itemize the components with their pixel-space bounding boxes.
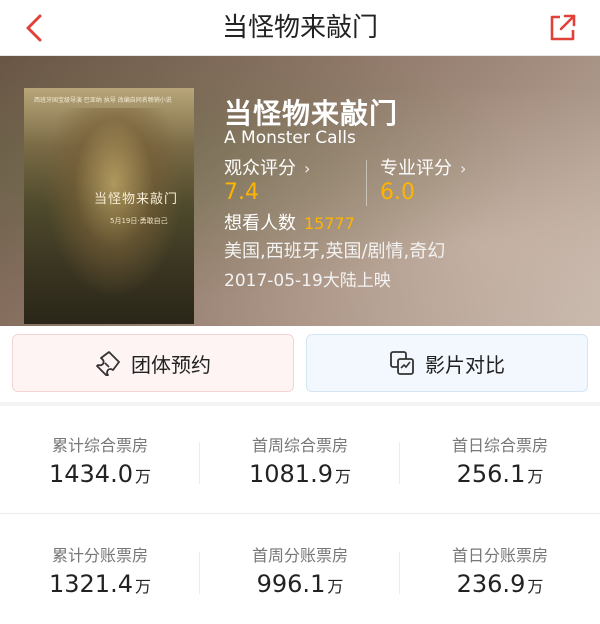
share-icon[interactable] (546, 12, 578, 44)
stat-cell: 首日分账票房 236.9 万 (400, 516, 600, 624)
audience-score-link[interactable]: 观众评分 › (224, 154, 310, 180)
chevron-right-icon: › (304, 159, 311, 178)
stat-value: 996.1 万 (256, 570, 344, 598)
poster-title: 当怪物来敲门 (94, 192, 179, 207)
stat-label: 首周综合票房 (251, 436, 348, 455)
stat-cell: 累计综合票房 1434.0 万 (0, 406, 200, 514)
film-compare-button[interactable]: 影片对比 (306, 334, 588, 392)
movie-genre: 美国,西班牙,英国/剧情,奇幻 (224, 241, 446, 262)
movie-title: 当怪物来敲门 (224, 97, 399, 130)
stat-cell: 首周综合票房 1081.9 万 (200, 406, 400, 514)
stat-value: 1081.9 万 (249, 460, 351, 488)
release-date: 2017-05-19大陆上映 (224, 271, 391, 291)
want-to-see-count: 15777 (304, 214, 355, 233)
stat-label: 累计分账票房 (51, 546, 148, 565)
pro-score-value: 6.0 (380, 180, 415, 205)
stats-row-split: 累计分账票房 1321.4 万 首周分账票房 996.1 万 首日分账票房 236.… (0, 516, 600, 624)
page-title: 当怪物来敲门 (221, 13, 378, 43)
audience-score-label: 观众评分 (224, 158, 296, 179)
pro-score-label: 专业评分 (380, 158, 452, 179)
pro-score-link[interactable]: 专业评分 › (380, 154, 466, 180)
score-divider (366, 160, 367, 206)
stat-label: 首日分账票房 (451, 546, 548, 565)
stats-row-combined: 累计综合票房 1434.0 万 首周综合票房 1081.9 万 首日综合票房 256… (0, 406, 600, 514)
stat-label: 首周分账票房 (251, 546, 348, 565)
stat-cell: 累计分账票房 1321.4 万 (0, 516, 200, 624)
nav-bar: 当怪物来敲门 (0, 0, 600, 56)
chevron-right-icon: › (460, 159, 467, 178)
compare-icon (390, 351, 414, 375)
group-booking-label: 团体预约 (131, 352, 211, 377)
stat-cell: 首日综合票房 256.1 万 (400, 406, 600, 514)
group-booking-button[interactable]: 团体预约 (12, 334, 294, 392)
ticket-icon (96, 351, 120, 376)
stat-value: 256.1 万 (456, 460, 544, 488)
stat-value: 236.9 万 (456, 570, 544, 598)
film-compare-label: 影片对比 (425, 352, 505, 377)
audience-score-value: 7.4 (224, 180, 259, 205)
want-to-see-label: 想看人数 (224, 213, 296, 234)
movie-english-title: A Monster Calls (224, 128, 356, 148)
stat-label: 首日综合票房 (451, 436, 548, 455)
want-to-see-row: 想看人数 15777 (224, 209, 355, 235)
stat-value: 1321.4 万 (49, 570, 151, 598)
action-bar: 团体预约 影片对比 (0, 326, 600, 402)
stat-label: 累计综合票房 (51, 436, 148, 455)
stat-cell: 首周分账票房 996.1 万 (200, 516, 400, 624)
movie-poster[interactable]: 西班牙国宝级导演 巴亚纳 执导 改编自同名畅销小说 当怪物来敲门 5月19日·勇… (24, 88, 194, 324)
box-office-stats: 累计综合票房 1434.0 万 首周综合票房 1081.9 万 首日综合票房 256… (0, 406, 600, 624)
poster-tagline: 西班牙国宝级导演 巴亚纳 执导 改编自同名畅销小说 (34, 97, 172, 104)
poster-date: 5月19日·勇敢自己 (110, 217, 168, 225)
stat-value: 1434.0 万 (49, 460, 151, 488)
